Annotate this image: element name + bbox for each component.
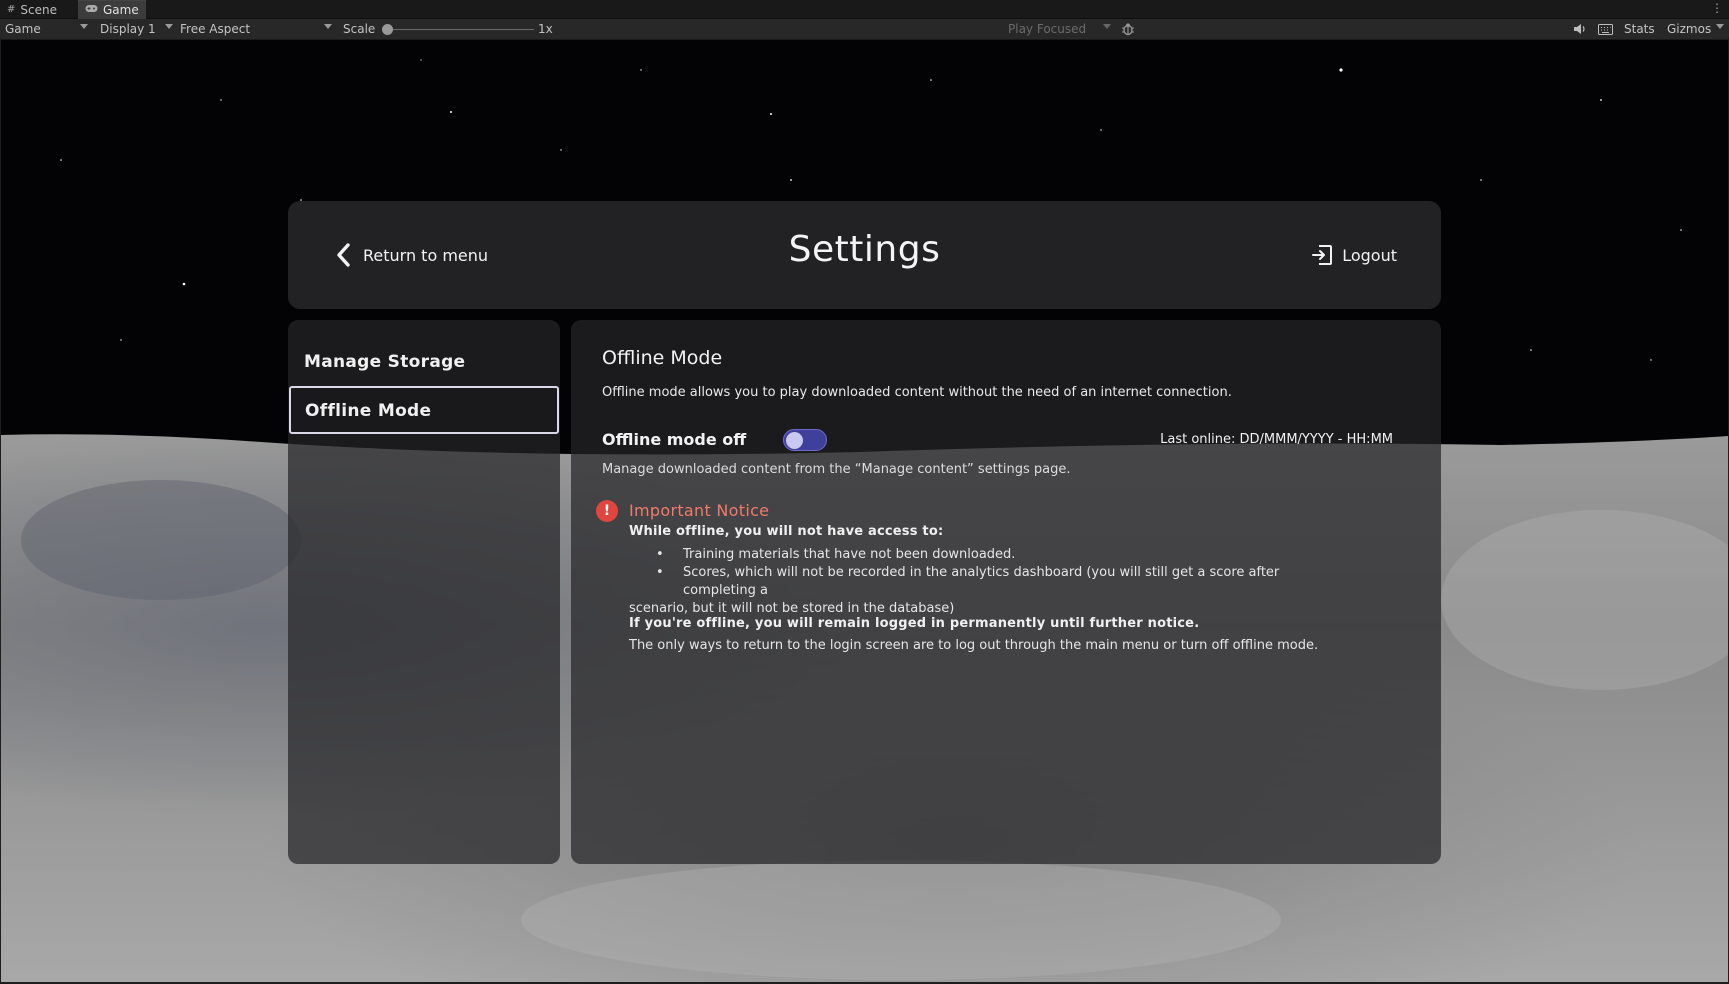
logout-button[interactable]: Logout [1311,239,1397,271]
sidebar-item-manage-storage[interactable]: Manage Storage [304,352,544,388]
panel-title: Offline Mode [602,347,723,369]
gizmos-label: Gizmos [1667,22,1712,36]
scale-value: 1x [538,22,553,36]
tab-game[interactable]: Game [78,0,146,19]
panel-description: Offline mode allows you to play download… [602,385,1232,400]
gamepad-icon [85,4,98,16]
view-select-value: Game [5,22,41,36]
settings-sidebar: Manage Storage Offline Mode [288,320,560,864]
chevron-down-icon [80,24,88,29]
scale-slider-handle[interactable] [382,24,393,35]
tab-game-label: Game [103,3,139,17]
play-mode-value: Play Focused [1008,22,1087,36]
audio-icon[interactable] [1573,19,1587,39]
display-select-value: Display 1 [100,22,156,36]
play-mode-select[interactable]: Play Focused [1008,19,1112,39]
offline-mode-panel: Offline Mode Offline mode allows you to … [571,320,1441,864]
view-select[interactable]: Game [5,19,89,39]
logout-label: Logout [1342,245,1397,265]
manage-content-note: Manage downloaded content from the “Mana… [602,462,1071,477]
warning-icon: ! [596,500,618,522]
settings-header: Return to menu Settings Logout [288,201,1441,309]
notice-heading: While offline, you will not have access … [629,524,944,539]
offline-mode-toggle-label: Offline mode off [602,430,747,449]
last-online-text: Last online: DD/MMM/YYYY - HH:MM [1160,432,1393,447]
return-to-login-note: The only ways to return to the login scr… [629,638,1319,653]
toggle-knob [786,432,803,449]
aspect-select-value: Free Aspect [180,22,251,36]
permanent-login-note: If you're offline, you will remain logge… [629,616,1200,631]
page-title: Settings [788,229,941,270]
offline-mode-toggle[interactable] [783,429,827,451]
list-item: Scores, which will not be recorded in th… [629,564,1349,600]
chevron-down-icon [1103,24,1111,29]
editor-tab-bar: # Scene Game ⋮ [0,0,1729,19]
scale-slider[interactable] [386,29,534,30]
list-item: Training materials that have not been do… [629,546,1349,564]
chevron-down-icon [324,24,332,29]
notice-title: Important Notice [629,501,770,520]
more-options-icon[interactable]: ⋮ [1711,1,1723,15]
display-select[interactable]: Display 1 [100,19,174,39]
bug-icon[interactable] [1121,19,1135,39]
grid-icon: # [7,4,16,15]
tab-scene[interactable]: # Scene [0,0,64,19]
scale-label: Scale [343,22,376,36]
chevron-down-icon [1716,24,1724,29]
gizmos-button[interactable]: Gizmos [1667,19,1724,39]
keyboard-icon[interactable] [1598,19,1613,39]
sidebar-item-offline-mode[interactable]: Offline Mode [289,386,559,434]
notice-bullet-list: Training materials that have not been do… [629,546,1349,618]
chevron-down-icon [165,24,173,29]
tab-scene-label: Scene [20,2,57,17]
stats-button[interactable]: Stats [1624,19,1655,39]
aspect-select[interactable]: Free Aspect [180,19,334,39]
game-view-toolbar: Game Display 1 Free Aspect Scale 1x Play… [0,19,1729,40]
logout-icon [1312,245,1333,265]
